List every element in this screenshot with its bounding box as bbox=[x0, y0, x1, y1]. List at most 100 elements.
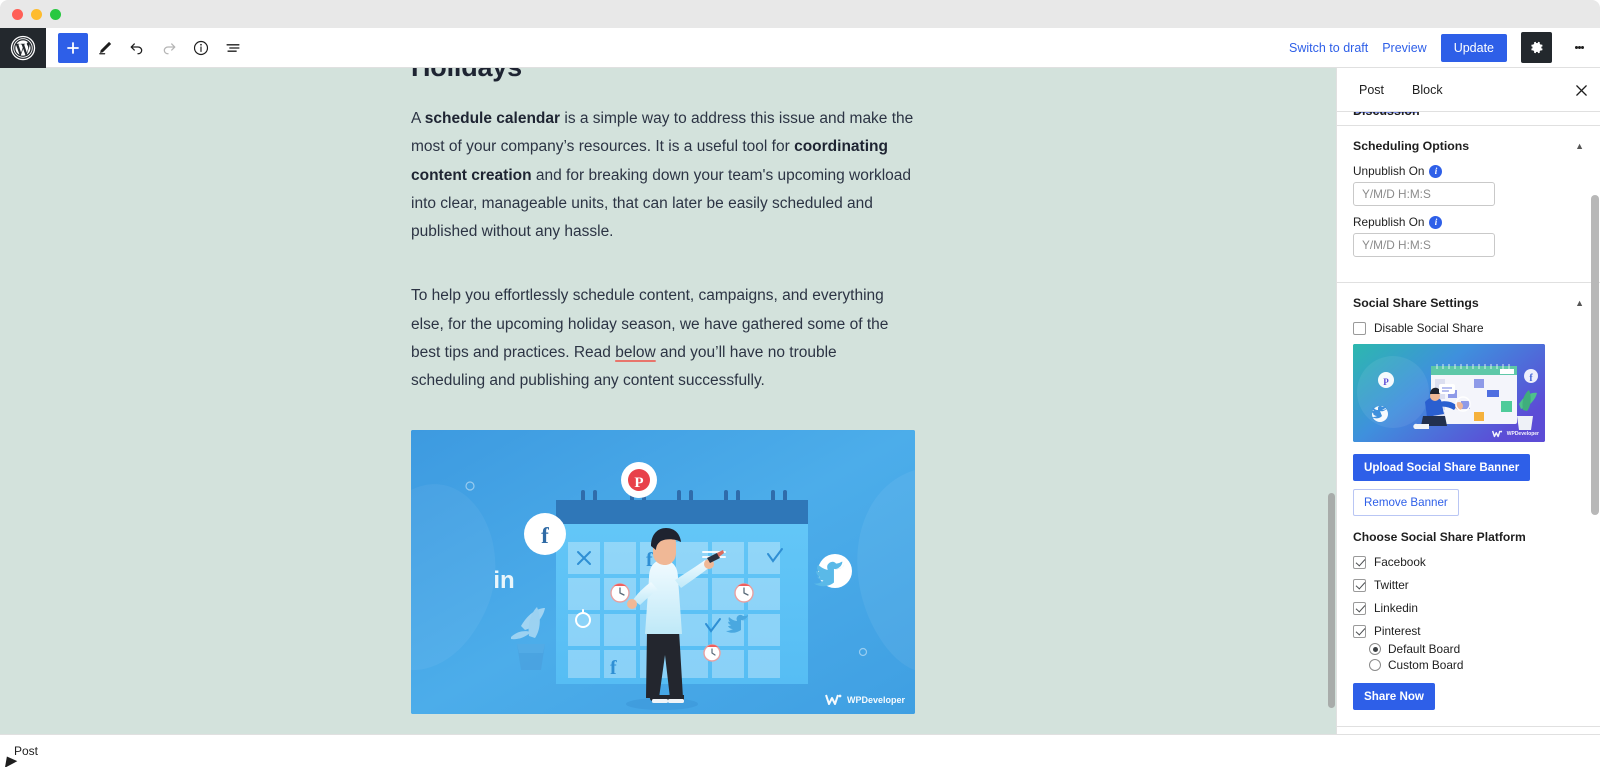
tab-block[interactable]: Block bbox=[1398, 68, 1457, 112]
share-now-button[interactable]: Share Now bbox=[1353, 683, 1435, 710]
editor-toolbar: Switch to draft Preview Update bbox=[0, 27, 1600, 68]
platform-row-twitter[interactable]: Twitter bbox=[1353, 578, 1584, 592]
wordpress-block-editor: Switch to draft Preview Update Holidays bbox=[0, 0, 1600, 767]
settings-sidebar: Post Block Discussion Scheduling Options… bbox=[1336, 68, 1600, 734]
details-button[interactable] bbox=[186, 33, 216, 63]
sidebar-scrollbar[interactable] bbox=[1591, 156, 1599, 734]
custom-board-radio[interactable] bbox=[1369, 659, 1381, 671]
republish-on-label: Republish On i bbox=[1353, 215, 1584, 229]
share-now-wrapper: Share Now bbox=[1353, 683, 1584, 710]
window-titlebar bbox=[0, 0, 1600, 28]
traffic-light-buttons bbox=[12, 9, 61, 20]
caret-up-icon[interactable]: ▲ bbox=[1575, 141, 1584, 151]
radio-row-custom-board[interactable]: Custom Board bbox=[1369, 658, 1584, 672]
panel-scheduling-options: Scheduling Options ▲ Unpublish On i Repu… bbox=[1337, 126, 1600, 283]
panel-discussion-clipped[interactable]: Discussion bbox=[1337, 112, 1600, 126]
disable-social-share-label: Disable Social Share bbox=[1374, 321, 1484, 335]
close-window-button[interactable] bbox=[12, 9, 23, 20]
wpdeveloper-mark-icon bbox=[1491, 430, 1502, 438]
banner-preview-svg: P f bbox=[1353, 344, 1545, 442]
radio-row-default-board[interactable]: Default Board bbox=[1369, 642, 1584, 656]
pinterest-checkbox[interactable] bbox=[1353, 624, 1366, 638]
add-block-button[interactable] bbox=[58, 32, 88, 63]
breadcrumb-post-label[interactable]: Post bbox=[14, 744, 38, 758]
settings-button[interactable] bbox=[1521, 32, 1552, 63]
canvas-scrollbar-thumb[interactable] bbox=[1328, 493, 1335, 708]
twitter-label: Twitter bbox=[1374, 578, 1409, 592]
para1-bold-1: schedule calendar bbox=[424, 110, 561, 127]
para1-text-a: A bbox=[411, 110, 425, 127]
banner-watermark: WPDeveloper bbox=[1491, 430, 1539, 438]
post-title[interactable]: Holidays bbox=[411, 68, 915, 83]
sidebar-scroll-area: Discussion Scheduling Options ▲ Unpublis… bbox=[1337, 112, 1600, 734]
remove-banner-button[interactable]: Remove Banner bbox=[1353, 489, 1459, 516]
close-sidebar-button[interactable] bbox=[1572, 81, 1590, 99]
undo-button[interactable] bbox=[122, 33, 152, 63]
svg-text:P: P bbox=[634, 475, 643, 491]
svg-text:in: in bbox=[493, 567, 514, 594]
illustration-svg: f f P f in bbox=[411, 429, 915, 714]
tools-edit-button[interactable] bbox=[90, 33, 120, 63]
unpublish-on-label: Unpublish On i bbox=[1353, 164, 1584, 178]
disable-social-share-checkbox[interactable] bbox=[1353, 321, 1366, 335]
wpdeveloper-mark-icon bbox=[825, 694, 842, 705]
minimize-window-button[interactable] bbox=[31, 9, 42, 20]
undo-icon bbox=[130, 42, 143, 54]
platform-row-facebook[interactable]: Facebook bbox=[1353, 555, 1584, 569]
twitter-checkbox[interactable] bbox=[1353, 578, 1366, 592]
pencil-icon bbox=[99, 41, 112, 54]
maximize-window-button[interactable] bbox=[50, 9, 61, 20]
kebab-dot bbox=[1580, 46, 1584, 49]
platform-row-linkedin[interactable]: Linkedin bbox=[1353, 601, 1584, 615]
canvas-scrollbar[interactable] bbox=[1327, 68, 1336, 734]
pinterest-board-options: Default Board Custom Board bbox=[1369, 642, 1584, 672]
info-circle-icon bbox=[193, 40, 209, 55]
facebook-checkbox[interactable] bbox=[1353, 555, 1366, 569]
social-share-banner-preview[interactable]: P f WPDeveloper bbox=[1353, 344, 1545, 442]
paragraph-block-1[interactable]: A schedule calendar is a simple way to a… bbox=[411, 105, 915, 246]
default-board-radio[interactable] bbox=[1369, 643, 1381, 655]
upload-social-share-banner-button[interactable]: Upload Social Share Banner bbox=[1353, 454, 1531, 481]
para2-misspelled-word: below bbox=[615, 344, 656, 362]
gear-icon bbox=[1531, 41, 1543, 54]
disable-social-share-row[interactable]: Disable Social Share bbox=[1353, 321, 1584, 335]
unpublish-info-icon[interactable]: i bbox=[1429, 164, 1443, 178]
republish-info-icon[interactable]: i bbox=[1429, 215, 1443, 229]
linkedin-checkbox[interactable] bbox=[1353, 601, 1366, 615]
more-options-button[interactable] bbox=[1566, 33, 1592, 63]
caret-up-icon[interactable]: ▲ bbox=[1575, 298, 1584, 308]
watermark-text: WPDeveloper bbox=[846, 694, 905, 705]
unpublish-on-label-text: Unpublish On bbox=[1353, 164, 1425, 178]
panel-social-share-settings: Social Share Settings ▲ Disable Social S… bbox=[1337, 283, 1600, 727]
svg-text:P: P bbox=[1383, 377, 1389, 387]
platform-row-pinterest[interactable]: Pinterest bbox=[1353, 624, 1584, 638]
panel-scheduling-header[interactable]: Scheduling Options ▲ bbox=[1353, 139, 1584, 153]
banner-watermark-text: WPDeveloper bbox=[1506, 431, 1539, 437]
custom-board-label: Custom Board bbox=[1388, 658, 1464, 672]
redo-button[interactable] bbox=[154, 33, 184, 63]
sidebar-scrollbar-thumb[interactable] bbox=[1591, 195, 1599, 515]
panel-discussion-title: Discussion bbox=[1353, 112, 1420, 118]
paragraph-block-2[interactable]: To help you effortlessly schedule conten… bbox=[411, 282, 915, 395]
republish-on-label-text: Republish On bbox=[1353, 215, 1425, 229]
republish-on-input[interactable] bbox=[1353, 233, 1495, 257]
switch-to-draft-button[interactable]: Switch to draft bbox=[1289, 41, 1368, 55]
list-view-button[interactable] bbox=[218, 33, 248, 63]
editor-canvas[interactable]: Holidays A schedule calendar is a simple… bbox=[0, 68, 1336, 734]
panel-social-share-header[interactable]: Social Share Settings ▲ bbox=[1353, 296, 1584, 310]
choose-social-share-platform-label: Choose Social Share Platform bbox=[1353, 530, 1526, 544]
svg-text:f: f bbox=[610, 657, 617, 679]
panel-social-share-title: Social Share Settings bbox=[1353, 296, 1479, 310]
wordpress-logo[interactable] bbox=[0, 27, 46, 68]
redo-icon bbox=[163, 42, 176, 54]
toolbar-right-group: Switch to draft Preview Update bbox=[1289, 32, 1600, 63]
update-button[interactable]: Update bbox=[1440, 33, 1507, 62]
list-view-icon bbox=[226, 43, 240, 52]
pinterest-label: Pinterest bbox=[1374, 624, 1421, 638]
unpublish-on-input[interactable] bbox=[1353, 182, 1495, 206]
tab-post[interactable]: Post bbox=[1345, 68, 1398, 112]
svg-text:f: f bbox=[541, 523, 549, 548]
schedule-calendar-illustration[interactable]: f f P f in WPDeveloper bbox=[411, 429, 915, 714]
preview-button[interactable]: Preview bbox=[1382, 41, 1426, 55]
close-icon bbox=[1575, 84, 1587, 96]
